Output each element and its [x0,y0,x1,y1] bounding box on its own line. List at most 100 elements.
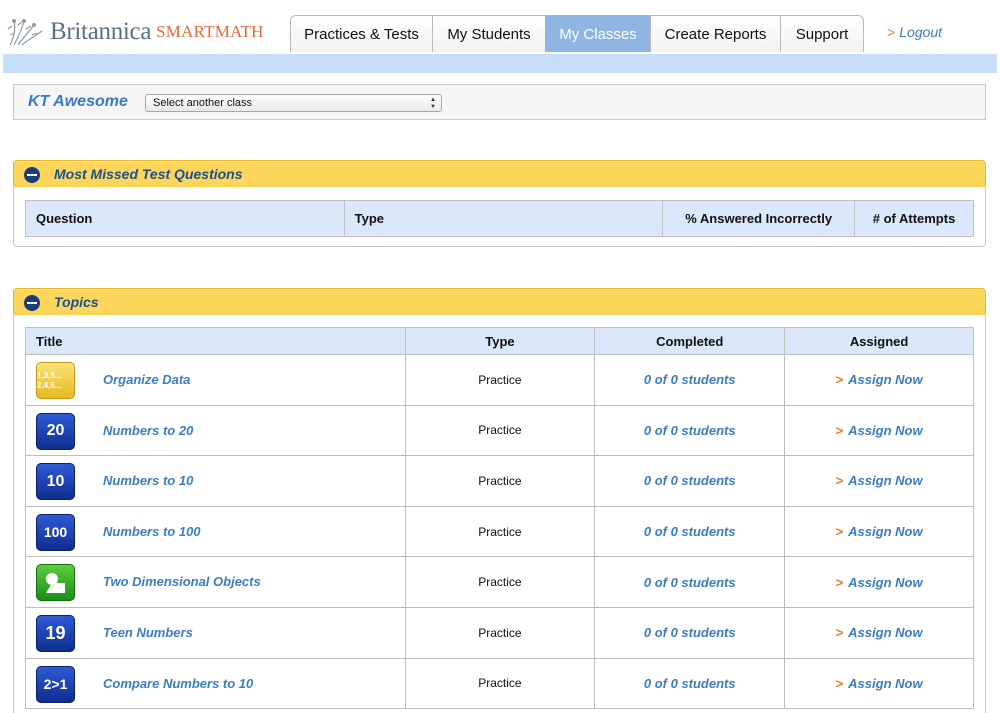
table-row: 20 Numbers to 20 Practice 0 of 0 student… [25,404,974,457]
header-bar [3,54,997,73]
column-attempts: # of Attempts [854,200,974,237]
completed-link[interactable]: 0 of 0 students [594,354,786,406]
arrow-right-icon: > [835,625,844,641]
assign-now-link[interactable]: > Assign Now [784,404,974,457]
topics-header: Topics [13,288,986,316]
class-selector-bar: KT Awesome Select another class ▲ ▼ [13,84,986,120]
compare-icon[interactable]: 2>1 [36,665,75,703]
column-completed: Completed [594,327,786,355]
arrow-right-icon: > [835,524,844,540]
completed-link[interactable]: 0 of 0 students [594,455,786,507]
topic-link[interactable]: Two Dimensional Objects [103,574,261,589]
arrow-right-icon: > [835,473,844,489]
class-select[interactable]: Select another class ▲ ▼ [145,94,442,112]
table-header-row: Question Type % Answered Incorrectly # o… [25,200,974,237]
thistle-logo-icon [4,15,48,49]
completed-link[interactable]: 0 of 0 students [594,404,786,457]
completed-link[interactable]: 0 of 0 students [594,505,786,558]
topics-title: Topics [54,294,99,310]
number-icon[interactable]: 20 [36,412,75,450]
topic-title-cell: 100 Numbers to 100 [25,505,406,558]
topic-type: Practice [404,657,596,710]
topic-type: Practice [404,606,596,659]
column-assigned: Assigned [784,327,974,355]
main-nav: Practices & Tests My Students My Classes… [290,15,864,52]
logout-label: Logout [899,24,943,40]
header: Britannica SMARTMATH Practices & Tests M… [0,0,1000,54]
britannica-logo[interactable]: Britannica SMARTMATH [4,14,264,50]
topic-type: Practice [404,505,596,558]
assign-now-label: Assign Now [848,372,923,388]
arrow-right-icon: > [835,675,844,691]
table-header-row: Title Type Completed Assigned [25,327,974,355]
column-question: Question [25,200,345,237]
assign-now-link[interactable]: > Assign Now [784,505,974,558]
column-title: Title [25,327,406,355]
most-missed-table: Question Type % Answered Incorrectly # o… [25,200,974,237]
topic-title-cell: 2>1 Compare Numbers to 10 [25,657,406,710]
topic-type: Practice [404,556,596,608]
tab-create-reports[interactable]: Create Reports [650,15,781,52]
table-row: 1,3,5... 2,4,6... Organize Data Practice… [25,354,974,406]
most-missed-header: Most Missed Test Questions [13,160,986,188]
tab-my-students[interactable]: My Students [432,15,546,52]
topic-title-cell: 20 Numbers to 20 [25,404,406,457]
tab-support[interactable]: Support [780,15,864,52]
topics-table: Title Type Completed Assigned 1,3,5... 2… [25,327,974,710]
topic-type: Practice [404,354,596,406]
arrow-right-icon: > [835,372,844,388]
assign-now-label: Assign Now [848,524,923,540]
topic-link[interactable]: Teen Numbers [103,625,193,640]
topic-link[interactable]: Numbers to 10 [103,473,193,488]
tab-practices-tests[interactable]: Practices & Tests [290,15,433,52]
logout-link[interactable]: > Logout [887,24,942,40]
completed-link[interactable]: 0 of 0 students [594,657,786,710]
assign-now-label: Assign Now [848,422,923,438]
assign-now-label: Assign Now [848,675,923,691]
column-type: Type [404,327,596,355]
topic-title-cell: Two Dimensional Objects [25,556,406,608]
assign-now-link[interactable]: > Assign Now [784,657,974,710]
column-percent-incorrect: % Answered Incorrectly [662,200,856,237]
class-select-value: Select another class [153,97,253,109]
assign-now-link[interactable]: > Assign Now [784,455,974,507]
shapes-icon[interactable] [36,564,75,602]
brand-name: Britannica [50,18,152,45]
topic-type: Practice [404,455,596,507]
assign-now-label: Assign Now [848,625,923,641]
table-row: 100 Numbers to 100 Practice 0 of 0 stude… [25,505,974,558]
topic-link[interactable]: Compare Numbers to 10 [103,676,253,691]
collapse-icon[interactable] [24,167,40,183]
column-type: Type [343,200,664,237]
table-row: Two Dimensional Objects Practice 0 of 0 … [25,556,974,608]
assign-now-link[interactable]: > Assign Now [784,556,974,608]
assign-now-link[interactable]: > Assign Now [784,354,974,406]
topic-link[interactable]: Organize Data [103,372,190,387]
assign-now-label: Assign Now [848,574,923,590]
most-missed-title: Most Missed Test Questions [54,166,243,182]
completed-link[interactable]: 0 of 0 students [594,556,786,608]
tab-my-classes[interactable]: My Classes [545,15,651,52]
number-icon[interactable]: 19 [36,614,75,652]
select-arrows-icon: ▲ ▼ [430,97,436,110]
assign-now-link[interactable]: > Assign Now [784,606,974,659]
number-icon[interactable]: 10 [36,463,75,501]
topic-link[interactable]: Numbers to 100 [103,524,201,539]
collapse-icon[interactable] [24,295,40,311]
topic-title-cell: 1,3,5... 2,4,6... Organize Data [25,354,406,406]
topic-type: Practice [404,404,596,457]
number-icon[interactable]: 100 [36,513,75,551]
arrow-right-icon: > [835,422,844,438]
assign-now-label: Assign Now [848,473,923,489]
class-name: KT Awesome [28,93,128,110]
arrow-right-icon: > [835,574,844,590]
arrow-right-icon: > [887,24,896,40]
table-row: 2>1 Compare Numbers to 10 Practice 0 of … [25,657,974,710]
data-icon[interactable]: 1,3,5... 2,4,6... [36,362,75,399]
topic-link[interactable]: Numbers to 20 [103,423,193,438]
product-name: SMARTMATH [156,22,264,41]
topic-title-cell: 10 Numbers to 10 [25,455,406,507]
table-row: 10 Numbers to 10 Practice 0 of 0 student… [25,455,974,507]
topic-title-cell: 19 Teen Numbers [25,606,406,659]
completed-link[interactable]: 0 of 0 students [594,606,786,659]
